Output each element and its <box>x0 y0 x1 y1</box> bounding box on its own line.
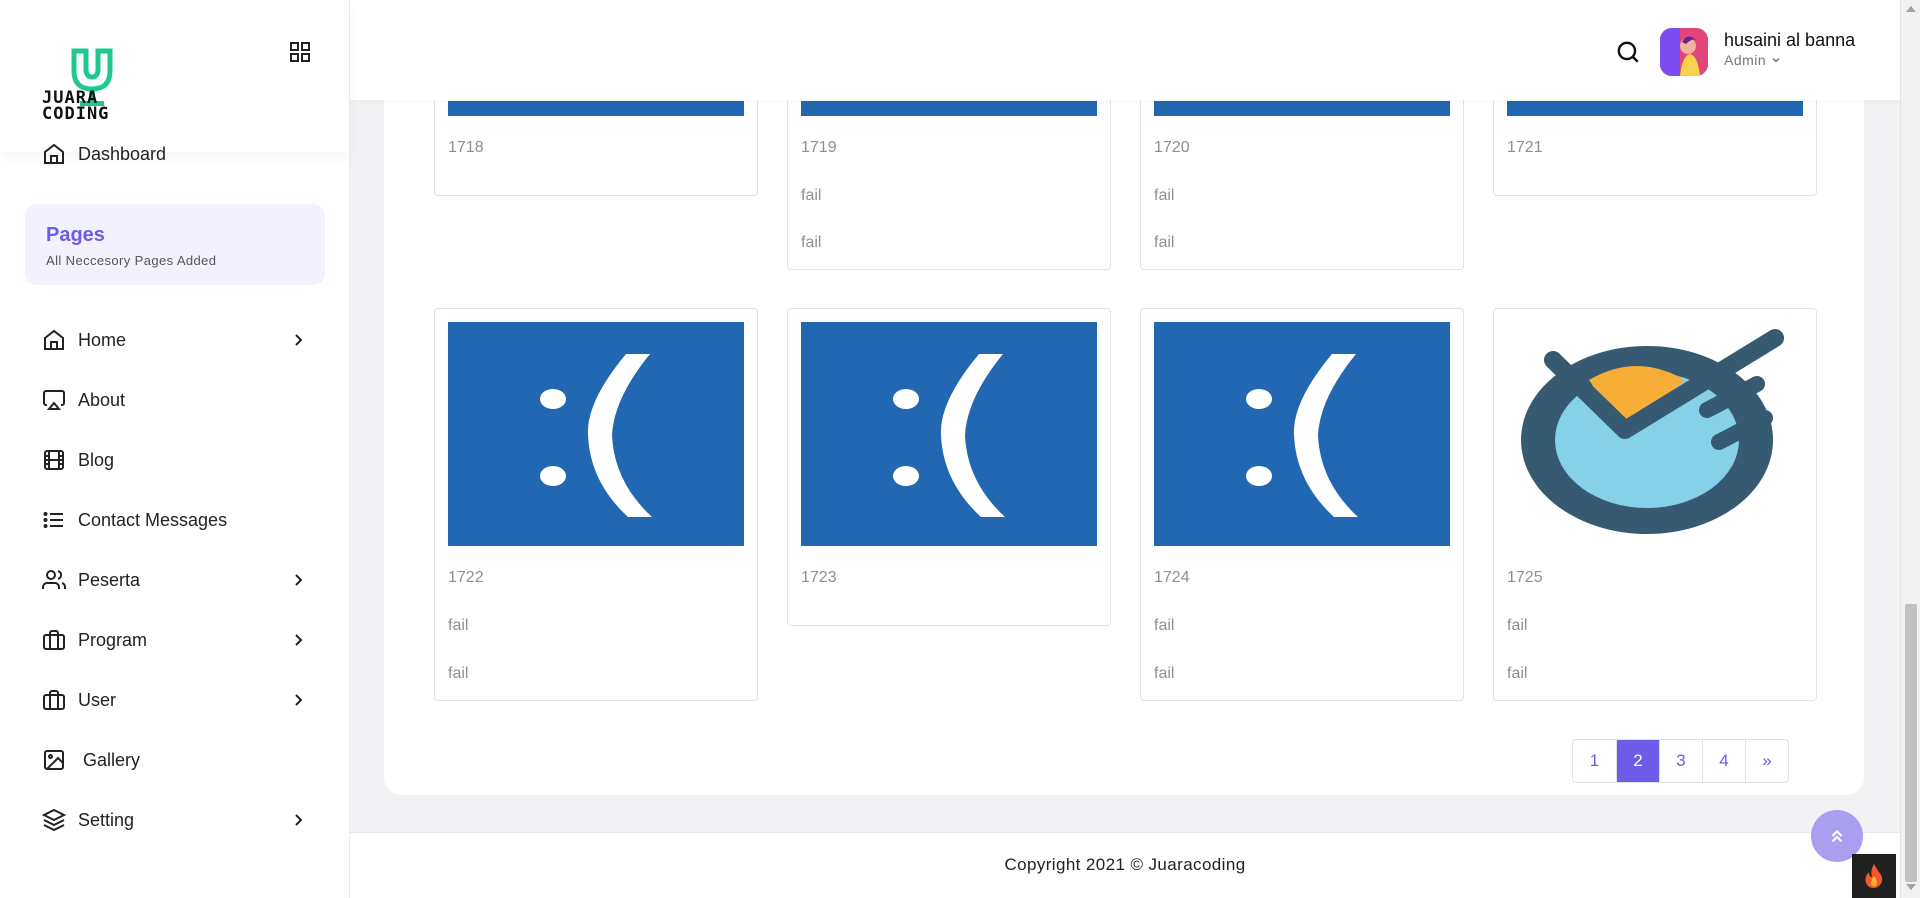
sad-face-error-image <box>801 322 1097 546</box>
broken-image-thumbnail <box>448 101 744 116</box>
search-icon[interactable] <box>1615 39 1641 65</box>
logo-line-2: CODING <box>42 104 110 124</box>
scroll-down-arrow[interactable] <box>1906 884 1916 890</box>
sidebar: JUARA CODING Dashboard Pages All Necceso… <box>0 0 350 898</box>
card-status: fail <box>801 187 822 204</box>
footer: Copyright 2021 © Juaracoding <box>350 832 1900 898</box>
card-status: fail <box>801 234 822 251</box>
card-status: fail <box>448 665 469 682</box>
chevron-right-icon <box>295 694 303 706</box>
chevron-right-icon <box>295 574 303 586</box>
users-icon <box>42 570 66 589</box>
layers-icon <box>42 808 66 832</box>
sidebar-item-label: Blog <box>78 449 115 470</box>
film-icon <box>44 450 64 470</box>
sidebar-item-program[interactable]: Program <box>0 610 350 670</box>
sidebar-item-label: About <box>78 389 126 410</box>
sidebar-item-peserta[interactable]: Peserta <box>0 550 350 610</box>
broken-image-thumbnail <box>1507 101 1803 116</box>
user-role-dropdown[interactable]: Admin <box>1724 52 1781 68</box>
sidebar-item-label: Program <box>78 629 148 650</box>
broken-image-thumbnail <box>1154 101 1450 116</box>
gallery-card[interactable]: 1722 fail fail <box>434 308 758 701</box>
sidebar-item-home[interactable]: Home <box>0 310 350 370</box>
sidebar-item-label: Contact Messages <box>78 509 228 530</box>
home-icon <box>44 143 64 164</box>
card-id: 1724 <box>1154 569 1190 586</box>
sidebar-item-label: Peserta <box>78 569 141 590</box>
sad-face-error-image <box>1154 322 1450 546</box>
sad-face-error-image <box>448 322 744 546</box>
sidebar-item-user[interactable]: User <box>0 670 350 730</box>
gallery-card[interactable]: 1725 fail fail <box>1493 308 1817 701</box>
vertical-scrollbar[interactable] <box>1900 0 1920 898</box>
sidebar-item-gallery[interactable]: Gallery <box>0 730 350 790</box>
briefcase-icon <box>43 690 65 710</box>
pages-title: Pages <box>46 224 105 246</box>
card-status: fail <box>1507 617 1528 634</box>
avatar-image <box>1660 28 1708 76</box>
card-id: 1719 <box>801 139 837 156</box>
sidebar-item-label: Home <box>78 329 127 350</box>
card-status: fail <box>1154 617 1175 634</box>
page-2-button[interactable]: 2 <box>1616 740 1659 782</box>
pagination: 1 2 3 4 » <box>1572 739 1789 783</box>
user-name[interactable]: husaini al banna <box>1724 30 1855 51</box>
page-3-button[interactable]: 3 <box>1659 740 1702 782</box>
sidebar-header: JUARA CODING Dashboard <box>0 0 349 164</box>
card-status: fail <box>1154 665 1175 682</box>
sidebar-item-blog[interactable]: Blog <box>0 430 350 490</box>
card-status: fail <box>1154 234 1175 251</box>
chevron-down-icon <box>1772 57 1780 63</box>
sidebar-item-label: User <box>78 689 117 710</box>
sidebar-nav: Home About Blog Contact Messages Peserta… <box>0 310 350 850</box>
card-status: fail <box>448 617 469 634</box>
top-header: husaini al banna Admin <box>350 0 1900 100</box>
scroll-up-arrow[interactable] <box>1906 6 1916 12</box>
card-id: 1722 <box>448 569 484 586</box>
card-id: 1720 <box>1154 139 1190 156</box>
copyright-text: Copyright 2021 © Juaracoding <box>1004 855 1246 874</box>
home-icon <box>44 329 64 350</box>
chevrons-up-icon <box>1831 829 1843 843</box>
next-page-button[interactable]: » <box>1745 740 1788 782</box>
theme-customizer-button[interactable] <box>1852 854 1896 898</box>
sidebar-item-about[interactable]: About <box>0 370 350 430</box>
scrollbar-thumb[interactable] <box>1905 604 1917 882</box>
briefcase-icon <box>43 630 65 650</box>
avatar[interactable] <box>1660 28 1708 76</box>
card-status: fail <box>1154 187 1175 204</box>
pages-subtitle: All Neccesory Pages Added <box>46 253 217 268</box>
gallery-card[interactable]: 1723 <box>787 308 1111 626</box>
card-id: 1718 <box>448 139 484 156</box>
chevron-right-icon <box>295 814 303 826</box>
flame-icon <box>1865 864 1883 888</box>
page-4-button[interactable]: 4 <box>1702 740 1745 782</box>
sidebar-item-dashboard[interactable]: Dashboard <box>42 142 166 166</box>
image-icon <box>44 750 64 770</box>
clock-logo-image <box>1507 322 1803 546</box>
gallery-card[interactable]: 1724 fail fail <box>1140 308 1464 701</box>
page-1-button[interactable]: 1 <box>1573 740 1616 782</box>
card-id: 1725 <box>1507 569 1543 586</box>
airplay-icon <box>43 390 65 410</box>
chevron-right-icon <box>295 634 303 646</box>
logo-wordmark: JUARA CODING <box>42 90 110 124</box>
card-status: fail <box>1507 665 1528 682</box>
user-role-label: Admin <box>1724 52 1767 68</box>
list-icon <box>43 512 63 528</box>
sidebar-item-label: Dashboard <box>78 143 167 164</box>
sidebar-item-label: Gallery <box>83 749 141 770</box>
card-id: 1721 <box>1507 139 1543 156</box>
sidebar-item-label: Setting <box>78 809 135 830</box>
pages-section-header: Pages All Neccesory Pages Added <box>25 204 325 285</box>
chevron-right-icon <box>295 334 303 346</box>
card-id: 1723 <box>801 569 837 586</box>
broken-image-thumbnail <box>801 101 1097 116</box>
grid-menu-icon[interactable] <box>288 40 312 64</box>
sidebar-item-contact-messages[interactable]: Contact Messages <box>0 490 350 550</box>
sidebar-item-setting[interactable]: Setting <box>0 790 350 850</box>
